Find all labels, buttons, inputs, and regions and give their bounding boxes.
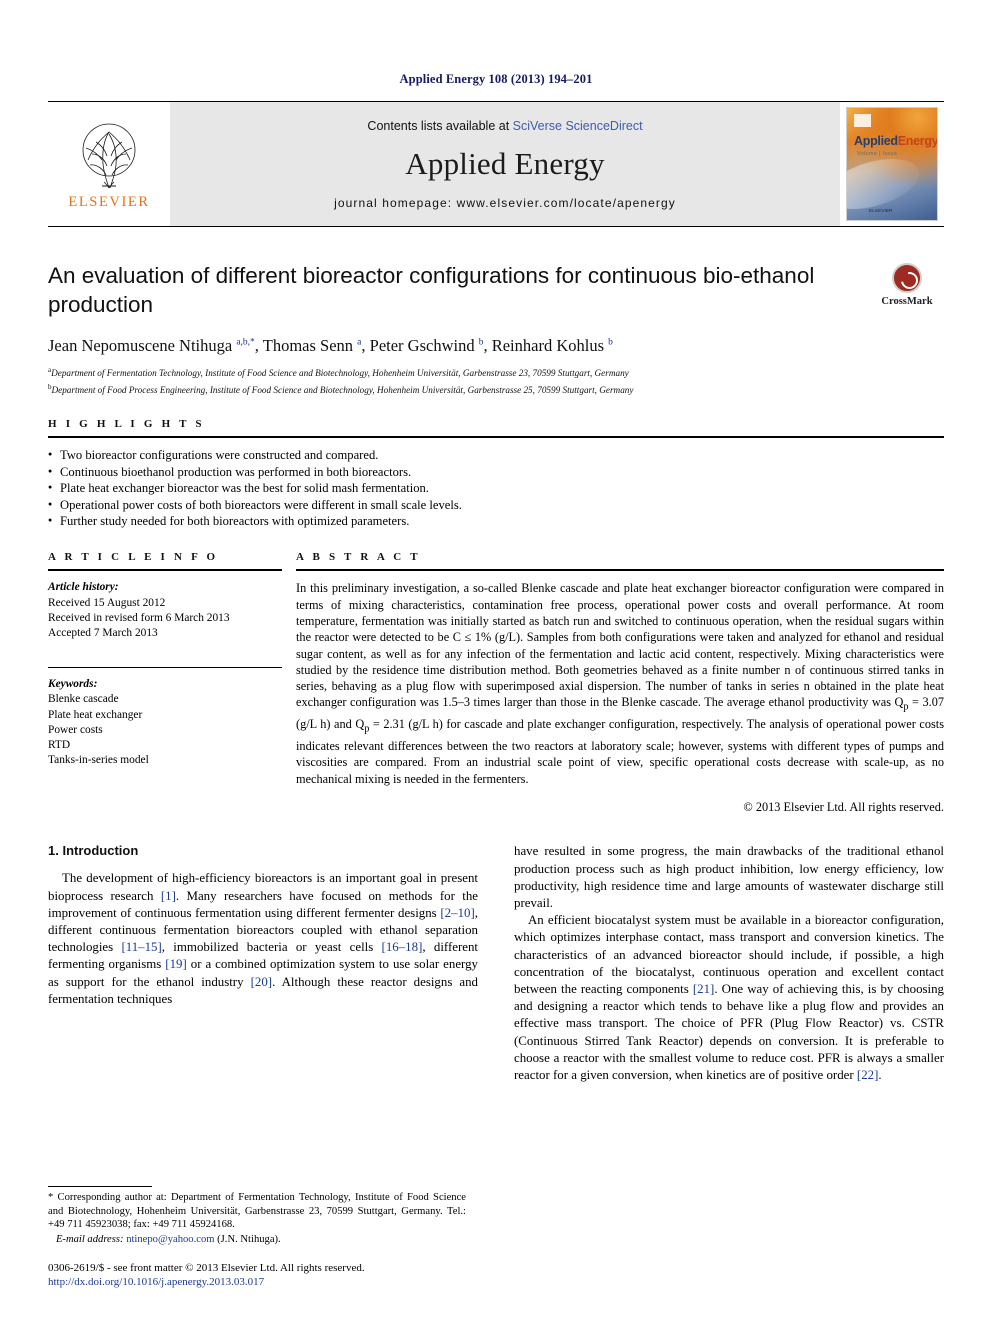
elsevier-wordmark: ELSEVIER: [68, 193, 150, 210]
reference-link[interactable]: [2–10]: [440, 906, 474, 920]
footnote-rule: [48, 1186, 152, 1188]
section-heading-introduction: 1. Introduction: [48, 843, 139, 859]
keyword-item: RTD: [48, 738, 71, 751]
body-paragraph: The development of high-efficiency biore…: [48, 871, 479, 1006]
email-note: E-mail address: ntinepo@yahoo.com (J.N. …: [48, 1233, 466, 1246]
abstract-copyright: © 2013 Elsevier Ltd. All rights reserved…: [743, 800, 944, 815]
affiliation-a: aDepartment of Fermentation Technology, …: [48, 364, 944, 380]
email-suffix: (J.N. Ntihuga).: [217, 1233, 281, 1245]
journal-cover-container: AppliedEnergy Volume | Issue ELSEVIER: [840, 102, 944, 226]
cover-elsevier-mark-icon: [854, 114, 871, 127]
email-link[interactable]: ntinepo@yahoo.com: [126, 1234, 214, 1245]
cover-footer: ELSEVIER: [869, 208, 893, 213]
crossmark-icon: [892, 263, 922, 293]
crossmark-label: CrossMark: [881, 296, 933, 307]
body-column-right: have resulted in some progress, the main…: [514, 843, 944, 1084]
imprint-block: 0306-2619/$ - see front matter © 2013 El…: [48, 1261, 466, 1289]
journal-homepage-link[interactable]: journal homepage: www.elsevier.com/locat…: [334, 196, 676, 210]
email-label: E-mail address:: [55, 1233, 124, 1245]
page-title: An evaluation of different bioreactor co…: [48, 263, 815, 317]
list-item: Operational power costs of both bioreact…: [48, 496, 944, 513]
keywords-block: Keywords: Blenke cascade Plate heat exch…: [48, 667, 282, 768]
history-item: Received 15 August 2012: [48, 596, 166, 609]
article-info-rule: [48, 569, 282, 572]
list-item: Two bioreactor configurations were const…: [48, 446, 944, 463]
keywords-rule: [48, 667, 282, 669]
reference-link[interactable]: [19]: [165, 957, 186, 971]
journal-title: Applied Energy: [405, 146, 605, 181]
footnote-block: * Corresponding author at: Department of…: [48, 1186, 466, 1289]
abstract-heading: A B S T R A C T: [296, 551, 421, 564]
journal-masthead: ELSEVIER Contents lists available at Sci…: [48, 101, 944, 227]
history-item: Accepted 7 March 2013: [48, 626, 158, 639]
reference-link[interactable]: [1]: [161, 889, 176, 903]
highlights-list: Two bioreactor configurations were const…: [48, 446, 944, 529]
doi-link[interactable]: http://dx.doi.org/10.1016/j.apenergy.201…: [48, 1275, 466, 1289]
author-list: Jean Nepomuscene Ntihuga a,b,*, Thomas S…: [48, 336, 613, 355]
body-column-left: 1. Introduction The development of high-…: [48, 843, 478, 1084]
keywords-label: Keywords:: [48, 678, 98, 691]
cover-title-applied: Applied: [854, 134, 898, 148]
list-item: Continuous bioethanol production was per…: [48, 463, 944, 480]
article-info-heading: A R T I C L E I N F O: [48, 551, 219, 564]
keyword-item: Plate heat exchanger: [48, 708, 143, 721]
keyword-item: Blenke cascade: [48, 693, 119, 706]
reference-link[interactable]: [20]: [251, 975, 272, 989]
reference-link[interactable]: [21]: [693, 982, 714, 996]
reference-link[interactable]: [22]: [857, 1068, 878, 1082]
contents-prefix: Contents lists available at: [367, 119, 513, 133]
elsevier-tree-icon: [82, 123, 136, 188]
journal-cover-image: AppliedEnergy Volume | Issue ELSEVIER: [846, 107, 938, 221]
issn-line: 0306-2619/$ - see front matter © 2013 El…: [48, 1262, 365, 1274]
info-abstract-row: A R T I C L E I N F O Article history: R…: [48, 551, 944, 815]
crossmark-badge[interactable]: CrossMark: [870, 263, 944, 307]
masthead-center: Contents lists available at SciVerse Sci…: [170, 102, 840, 226]
article-history-block: Article history: Received 15 August 2012…: [48, 580, 282, 641]
article-body: 1. Introduction The development of high-…: [48, 843, 944, 1084]
article-info-section: A R T I C L E I N F O Article history: R…: [48, 551, 296, 815]
highlights-heading: H I G H L I G H T S: [48, 418, 205, 431]
history-item: Received in revised form 6 March 2013: [48, 611, 230, 624]
abstract-section: A B S T R A C T In this preliminary inve…: [296, 551, 944, 815]
cover-title-energy: Energy: [897, 134, 938, 148]
contents-available-line: Contents lists available at SciVerse Sci…: [367, 119, 642, 133]
reference-link[interactable]: [16–18]: [382, 940, 423, 954]
body-paragraph: have resulted in some progress, the main…: [514, 844, 944, 911]
cover-title: AppliedEnergy: [854, 134, 938, 148]
affiliation-text-b: Department of Food Process Engineering, …: [51, 384, 634, 395]
corresponding-author-note: * Corresponding author at: Department of…: [48, 1192, 466, 1231]
cover-subtitle: Volume | Issue: [857, 151, 898, 157]
affiliation-b: bDepartment of Food Process Engineering,…: [48, 381, 944, 397]
reference-link[interactable]: [11–15]: [121, 940, 161, 954]
keyword-item: Power costs: [48, 723, 103, 736]
abstract-text: In this preliminary investigation, a so-…: [296, 581, 945, 786]
list-item: Plate heat exchanger bioreactor was the …: [48, 479, 944, 496]
list-item: Further study needed for both bioreactor…: [48, 512, 944, 529]
highlights-rule: [48, 436, 944, 439]
body-paragraph: An efficient biocatalyst system must be …: [514, 913, 945, 1083]
highlights-section: H I G H L I G H T S Two bioreactor confi…: [48, 418, 944, 529]
affiliation-text-a: Department of Fermentation Technology, I…: [51, 368, 629, 379]
article-history-label: Article history:: [48, 581, 119, 594]
article-title-block: CrossMark An evaluation of different bio…: [48, 261, 944, 396]
sciencedirect-link[interactable]: SciVerse ScienceDirect: [513, 119, 643, 133]
running-head: Applied Energy 108 (2013) 194–201: [399, 72, 593, 86]
journal-article-page: Applied Energy 108 (2013) 194–201 ELSEVI…: [0, 0, 992, 1323]
keyword-item: Tanks-in-series model: [48, 754, 149, 767]
elsevier-logo: ELSEVIER: [48, 102, 170, 226]
keywords-body: Keywords: Blenke cascade Plate heat exch…: [48, 677, 282, 768]
abstract-rule: [296, 569, 944, 572]
